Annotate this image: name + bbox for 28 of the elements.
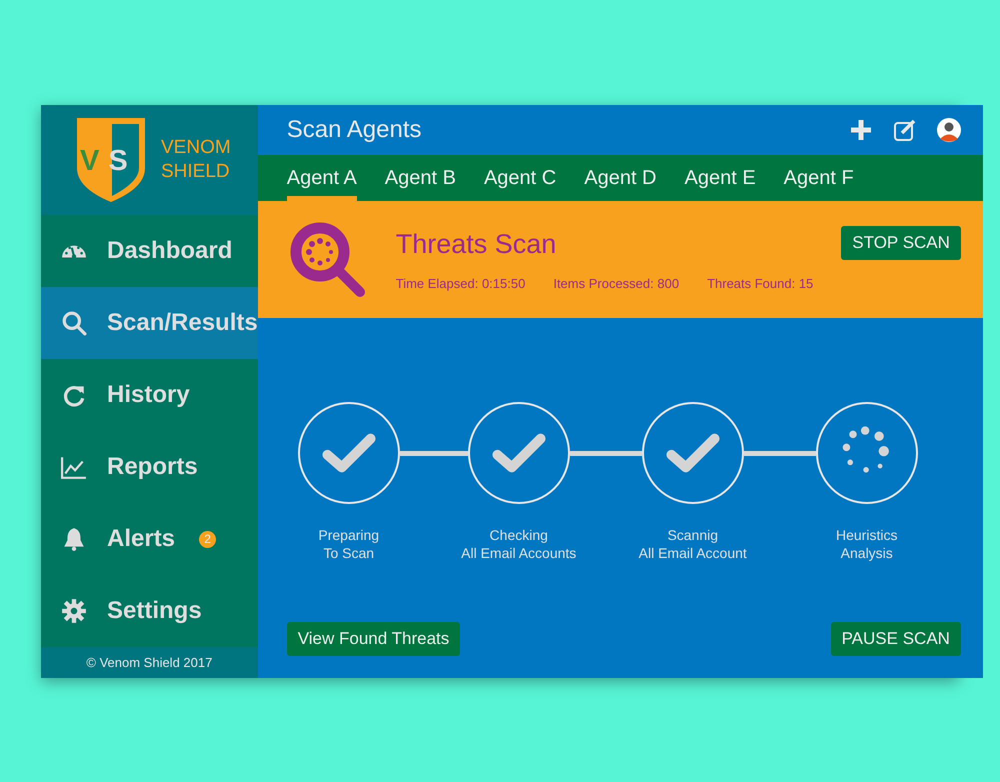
step-label: Heuristics Analysis [835,526,898,562]
sidebar-item[interactable]: Reports [41,431,258,503]
sidebar-item[interactable]: Alerts 2 [41,503,258,575]
brand-name: SHIELD [161,160,231,184]
stop-scan-button[interactable]: STOP SCAN [841,226,961,260]
view-threats-button[interactable]: View Found Threats [286,622,460,656]
sidebar-item[interactable]: Dashboard [41,215,258,287]
sidebar-item[interactable]: Settings [41,575,258,647]
agent-tab[interactable]: Agent C [484,155,556,201]
scan-stat: Threats Found: 15 [707,276,814,290]
agent-tab[interactable]: Agent F [784,155,854,201]
step-label: Scannig All Email Account [638,526,748,562]
sidebar-item[interactable]: History [41,359,258,431]
agent-tab[interactable]: Agent E [684,155,756,201]
agent-tab[interactable]: Agent B [384,155,456,201]
page-title: Scan Agents [286,116,422,144]
scan-stat: Time Elapsed: 0:15:50 [396,276,526,290]
agent-tab[interactable]: Agent D [584,155,656,201]
count-badge: 2 [199,530,216,548]
scan-title: Threats Scan [396,228,558,260]
step-label: Checking All Email Accounts [460,526,578,562]
scan-stat: Items Processed: 800 [553,276,680,290]
step-label: Preparing To Scan [317,526,380,562]
sidebar-item[interactable]: Scan/Results [41,287,258,359]
copyright-text: © Venom Shield 2017 [41,647,258,678]
pause-scan-button[interactable]: PAUSE SCAN [830,622,961,656]
brand-name: VENOM [161,136,231,160]
logo-letter: V [80,145,98,177]
